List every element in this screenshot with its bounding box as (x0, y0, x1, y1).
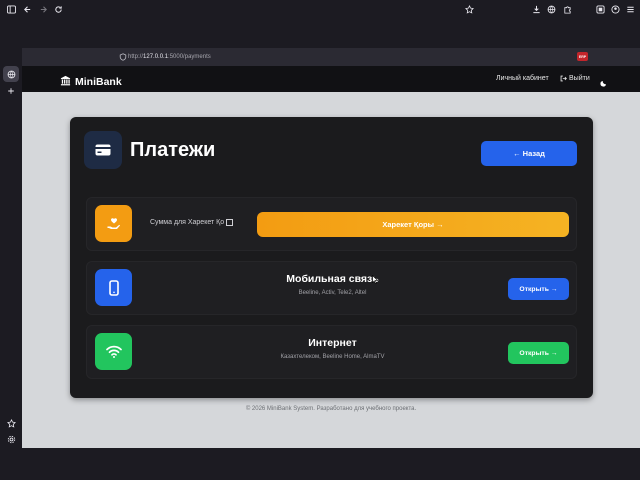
amount-label: Сумма для Харекет Қо (150, 219, 225, 226)
service-row-internet[interactable]: Интернет Казахтелеком, Beeline Home, Alm… (86, 325, 577, 379)
menu-icon[interactable] (624, 3, 636, 15)
logout-icon (560, 75, 567, 82)
theme-toggle-moon-icon[interactable] (600, 74, 608, 92)
amount-input[interactable]: Сумма для Харекет Қо (150, 219, 234, 226)
extension-globe-icon[interactable] (545, 3, 557, 15)
brand-logo[interactable]: MiniBank (60, 73, 122, 91)
page-footer: © 2026 MiniBank System. Разработано для … (245, 406, 417, 412)
credit-card-icon (84, 131, 122, 169)
service-subtitle: Казахтелеком, Beeline Home, AlmaTV (280, 354, 385, 360)
browser-window: http://127.0.0.1:5000/payments ERP MiniB… (0, 0, 640, 480)
nav-link-cabinet[interactable]: Личный кабинет (496, 75, 549, 82)
site-navbar: MiniBank Личный кабинет Выйти (22, 66, 640, 92)
open-internet-button[interactable]: Открыть → (508, 342, 569, 364)
payments-card: Платежи ← Назад Сумма для Харекет Қо Хар… (70, 117, 593, 398)
nav-link-logout[interactable]: Выйти (560, 75, 590, 82)
forward-arrow-icon[interactable] (37, 3, 49, 15)
service-row-mobile[interactable]: Мобильная связь Beeline, Activ, Tele2, A… (86, 261, 577, 315)
site-info-icon[interactable] (117, 51, 129, 63)
sidebar-toggle-icon[interactable] (5, 3, 17, 15)
back-arrow-icon[interactable] (21, 3, 33, 15)
extension-box-icon[interactable] (594, 3, 606, 15)
page-title: Платежи (130, 139, 216, 161)
page-content: Платежи ← Назад Сумма для Харекет Қо Хар… (22, 92, 640, 448)
service-subtitle: Beeline, Activ, Tele2, Altel (298, 290, 367, 296)
bank-icon (60, 73, 71, 91)
sidebar-settings-icon[interactable] (3, 431, 19, 447)
service-title: Интернет (308, 337, 357, 349)
service-title: Мобильная связь (286, 273, 379, 285)
open-mobile-button[interactable]: Открыть → (508, 278, 569, 300)
account-icon[interactable] (609, 3, 621, 15)
extension-badge-icon[interactable]: ERP (577, 52, 588, 61)
sidebar-star-icon[interactable] (3, 415, 19, 431)
amount-payment-row: Сумма для Харекет Қо Харекет Қоры → (86, 197, 577, 251)
sidebar-globe-icon[interactable] (3, 66, 19, 82)
url-text: http://127.0.0.1:5000/payments (128, 53, 211, 60)
extension-puzzle-icon[interactable] (561, 3, 573, 15)
hand-heart-icon (95, 205, 132, 242)
logout-label: Выйти (569, 75, 590, 82)
downloads-icon[interactable] (530, 3, 542, 15)
sidebar-add-icon[interactable] (3, 83, 19, 99)
back-button[interactable]: ← Назад (481, 141, 577, 166)
pay-button[interactable]: Харекет Қоры → (257, 212, 569, 237)
browser-sidebar (0, 48, 22, 448)
reload-icon[interactable] (52, 3, 64, 15)
mouse-cursor-icon (372, 271, 379, 289)
brand-name: MiniBank (75, 76, 122, 88)
address-bar[interactable]: http://127.0.0.1:5000/payments (112, 50, 486, 63)
input-caret-icon (226, 219, 234, 226)
bookmark-star-icon[interactable] (463, 3, 475, 15)
